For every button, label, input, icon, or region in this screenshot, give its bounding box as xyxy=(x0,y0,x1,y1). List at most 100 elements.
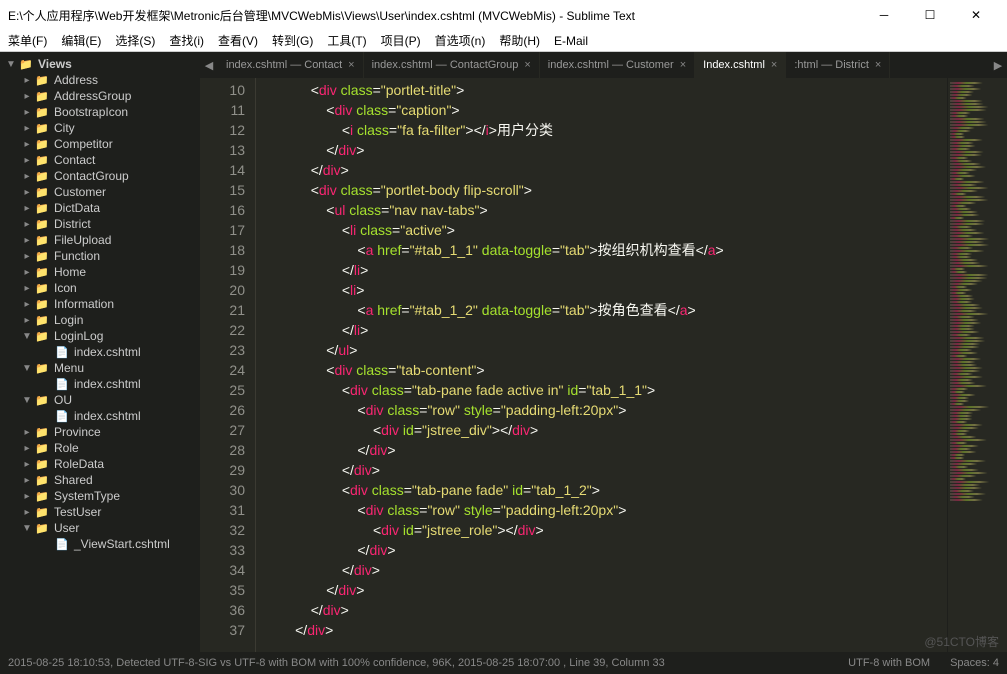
tree-item[interactable]: ▸Contact xyxy=(0,152,200,168)
status-encoding[interactable]: UTF-8 with BOM xyxy=(848,657,930,669)
tree-item[interactable]: ▸Function xyxy=(0,248,200,264)
close-icon[interactable]: × xyxy=(771,59,777,71)
arrow-icon: ▼ xyxy=(20,363,34,374)
minimap[interactable] xyxy=(947,78,1007,652)
tree-label: _ViewStart.cshtml xyxy=(74,537,170,551)
tree-item[interactable]: ▸City xyxy=(0,120,200,136)
folder-icon xyxy=(34,153,50,167)
tree-label: SystemType xyxy=(54,489,120,503)
menu-item[interactable]: 查找(i) xyxy=(165,30,208,51)
tree-item[interactable]: ▸ Shared xyxy=(0,472,200,488)
folder-icon xyxy=(34,313,50,327)
tab[interactable]: index.cshtml — Contact× xyxy=(218,52,364,78)
tree-label: Address xyxy=(54,73,98,87)
arrow-icon: ▸ xyxy=(20,155,34,166)
menu-item[interactable]: 项目(P) xyxy=(377,30,425,51)
close-icon[interactable]: × xyxy=(524,59,530,71)
close-icon[interactable]: × xyxy=(348,59,354,71)
close-icon[interactable]: × xyxy=(680,59,686,71)
folder-icon xyxy=(34,473,50,487)
tree-item[interactable]: ▸TestUser xyxy=(0,504,200,520)
arrow-icon: ▸ xyxy=(20,475,34,486)
folder-icon xyxy=(34,73,50,87)
menu-item[interactable]: 帮助(H) xyxy=(495,30,544,51)
tree-item[interactable]: ▸FileUpload xyxy=(0,232,200,248)
arrow-icon: ▸ xyxy=(20,443,34,454)
tree-item[interactable]: ▸District xyxy=(0,216,200,232)
maximize-button[interactable]: ☐ xyxy=(907,0,953,30)
tab[interactable]: Index.cshtml × xyxy=(695,52,786,78)
minimize-button[interactable]: ─ xyxy=(861,0,907,30)
arrow-icon: ▸ xyxy=(20,139,34,150)
menu-item[interactable]: 编辑(E) xyxy=(57,30,105,51)
tree-item[interactable]: ▸DictData xyxy=(0,200,200,216)
tree-item[interactable]: ▼OU xyxy=(0,392,200,408)
tree-label: index.cshtml xyxy=(74,345,141,359)
tree-item[interactable]: ▸Customer xyxy=(0,184,200,200)
arrow-icon: ▸ xyxy=(20,267,34,278)
arrow-icon: ▸ xyxy=(20,91,34,102)
tree-item[interactable]: ▸Login xyxy=(0,312,200,328)
code-area[interactable]: <div class="portlet-title"> <div class="… xyxy=(256,78,947,652)
tree-item[interactable]: ▼User xyxy=(0,520,200,536)
close-button[interactable]: ✕ xyxy=(953,0,999,30)
folder-icon xyxy=(34,217,50,231)
arrow-icon: ▸ xyxy=(20,187,34,198)
tree-item[interactable]: ▸Information xyxy=(0,296,200,312)
menu-item[interactable]: 选择(S) xyxy=(111,30,159,51)
tree-item[interactable]: ▸RoleData xyxy=(0,456,200,472)
tree-item[interactable]: ▼LoginLog xyxy=(0,328,200,344)
status-spaces[interactable]: Spaces: 4 xyxy=(950,657,999,669)
close-icon[interactable]: × xyxy=(875,59,881,71)
window-controls: ─ ☐ ✕ xyxy=(861,0,999,30)
menu-item[interactable]: E-Mail xyxy=(550,32,592,50)
tree-item[interactable]: ▼Views xyxy=(0,56,200,72)
tree-label: OU xyxy=(54,393,72,407)
tree-item[interactable]: ▸AddressGroup xyxy=(0,88,200,104)
tree-item[interactable]: ▸BootstrapIcon xyxy=(0,104,200,120)
tree-item[interactable]: _ViewStart.cshtml xyxy=(0,536,200,552)
tree-item[interactable]: ▸ContactGroup xyxy=(0,168,200,184)
folder-icon xyxy=(34,201,50,215)
sidebar[interactable]: ▼Views▸Address▸AddressGroup▸BootstrapIco… xyxy=(0,52,200,652)
folder-icon xyxy=(34,265,50,279)
menu-item[interactable]: 转到(G) xyxy=(268,30,317,51)
tree-item[interactable]: ▸Icon xyxy=(0,280,200,296)
tree-item[interactable]: ▼Menu xyxy=(0,360,200,376)
tree-label: Views xyxy=(38,57,72,71)
editor[interactable]: 1011121314151617181920212223242526272829… xyxy=(200,78,1007,652)
tab-scroll-right-icon[interactable]: ▶ xyxy=(989,52,1007,78)
tree-label: Shared xyxy=(54,473,93,487)
folder-icon xyxy=(18,57,34,71)
arrow-icon: ▸ xyxy=(20,171,34,182)
tree-item[interactable]: ▸Home xyxy=(0,264,200,280)
menu-item[interactable]: 工具(T) xyxy=(323,30,370,51)
arrow-icon: ▸ xyxy=(20,315,34,326)
tree-item[interactable]: index.cshtml xyxy=(0,344,200,360)
tab-scroll-left-icon[interactable]: ◀ xyxy=(200,52,218,78)
tree-item[interactable]: ▸ Competitor xyxy=(0,136,200,152)
tree-item[interactable]: ▸Province xyxy=(0,424,200,440)
menu-item[interactable]: 菜单(F) xyxy=(4,30,51,51)
folder-icon xyxy=(34,233,50,247)
tab[interactable]: index.cshtml — Customer× xyxy=(540,52,695,78)
tab[interactable]: :html — District× xyxy=(786,52,890,78)
tree-item[interactable]: ▸SystemType xyxy=(0,488,200,504)
gutter: 1011121314151617181920212223242526272829… xyxy=(200,78,256,652)
tree-item[interactable]: index.cshtml xyxy=(0,408,200,424)
arrow-icon: ▸ xyxy=(20,251,34,262)
tree-item[interactable]: ▸Role xyxy=(0,440,200,456)
menu-item[interactable]: 首选项(n) xyxy=(431,30,490,51)
tree-label: index.cshtml xyxy=(74,409,141,423)
folder-icon xyxy=(34,329,50,343)
tree-item[interactable]: ▸ Address xyxy=(0,72,200,88)
tab-label: Index.cshtml xyxy=(703,59,765,71)
arrow-icon: ▸ xyxy=(20,75,34,86)
tree-label: Competitor xyxy=(54,137,113,151)
menu-item[interactable]: 查看(V) xyxy=(214,30,262,51)
folder-icon xyxy=(34,441,50,455)
tree-item[interactable]: index.cshtml xyxy=(0,376,200,392)
tree-label: User xyxy=(54,521,79,535)
tree-label: index.cshtml xyxy=(74,377,141,391)
tab[interactable]: index.cshtml — ContactGroup× xyxy=(364,52,540,78)
